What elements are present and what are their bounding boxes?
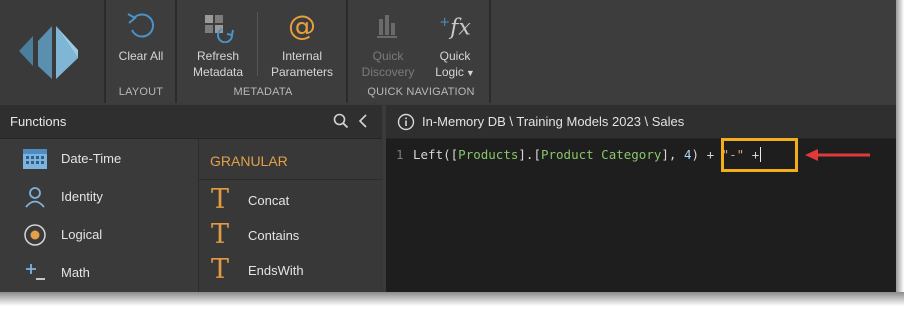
undo-circle-icon <box>112 6 170 46</box>
granular-function-list: GRANULAR T Concat T Contains T EndsWith <box>198 139 383 292</box>
page-shadow-bottom <box>0 292 904 312</box>
app-logo <box>0 0 104 103</box>
annotation-arrow-icon <box>804 147 874 168</box>
functions-panel: Functions Date-Time Identity Logical Mat… <box>0 105 383 292</box>
search-icon[interactable] <box>332 112 350 135</box>
token-paren: ) <box>691 147 707 162</box>
token-bracket: ], <box>661 147 684 162</box>
ribbon-separator <box>489 0 491 103</box>
text-T-icon: T <box>211 219 230 250</box>
functions-panel-header: Functions <box>0 105 382 139</box>
quick-logic-line1: Quick <box>439 49 471 63</box>
refresh-metadata-icon <box>183 6 253 46</box>
at-sign-icon: @ <box>288 9 316 42</box>
quick-logic-button[interactable]: +fx Quick Logic ▼ <box>426 6 484 81</box>
plus-minus-icon <box>22 261 48 285</box>
text-T-icon: T <box>211 184 230 215</box>
category-item-identity[interactable]: Identity <box>0 179 196 215</box>
code-line[interactable]: Left([Products].[Product Category], 4) +… <box>413 147 762 162</box>
function-label: Contains <box>248 228 300 243</box>
info-icon[interactable] <box>397 113 415 136</box>
page-shadow-right <box>896 0 904 312</box>
functions-title: Functions <box>10 114 67 129</box>
category-label: Date-Time <box>61 151 122 166</box>
fx-icon: +fx <box>439 15 471 41</box>
refresh-label-line2: Metadata <box>192 65 244 79</box>
function-item-contains[interactable]: T Contains <box>199 218 383 252</box>
line-number: 1 <box>396 147 404 162</box>
ribbon-separator <box>346 0 348 103</box>
person-icon <box>22 185 48 209</box>
radio-circle-icon <box>22 223 48 247</box>
function-item-endswith[interactable]: T EndsWith <box>199 253 383 287</box>
dropdown-caret-icon: ▼ <box>465 68 475 78</box>
quick-logic-line2: Logic <box>435 65 464 79</box>
category-item-math[interactable]: Math <box>0 255 196 291</box>
ribbon-separator <box>104 0 106 103</box>
internal-label-line2: Parameters <box>270 65 334 79</box>
ribbon-separator <box>175 0 177 103</box>
ribbon-inner-divider <box>257 12 258 76</box>
granular-header: GRANULAR <box>199 139 383 180</box>
quick-discovery-button[interactable]: Quick Discovery <box>358 6 418 80</box>
function-label: EndsWith <box>248 263 304 278</box>
clear-all-label: Clear All <box>118 49 164 63</box>
category-label: Math <box>61 265 90 280</box>
category-item-logical[interactable]: Logical <box>0 217 196 253</box>
refresh-metadata-button[interactable]: Refresh Metadata <box>183 6 253 80</box>
quick-discovery-line2: Discovery <box>361 65 415 79</box>
formula-editor[interactable]: In-Memory DB \ Training Models 2023 \ Sa… <box>386 105 896 292</box>
model-breadcrumb: In-Memory DB \ Training Models 2023 \ Sa… <box>422 114 685 129</box>
token-column: Product Category <box>540 147 662 162</box>
internal-label-line1: Internal <box>281 49 323 63</box>
category-label: Logical <box>61 227 103 242</box>
highlight-box <box>721 138 798 172</box>
app-window: Clear All LAYOUT Refresh Metadata @ Inte… <box>0 0 896 292</box>
token-number: 4 <box>683 147 692 162</box>
text-T-icon: T <box>211 254 230 285</box>
quick-discovery-line1: Quick <box>372 49 404 63</box>
refresh-label-line1: Refresh <box>196 49 240 63</box>
function-label: Concat <box>248 193 290 208</box>
group-label-metadata: METADATA <box>233 86 293 98</box>
editor-header: In-Memory DB \ Training Models 2023 \ Sa… <box>386 105 896 139</box>
internal-parameters-button[interactable]: @ Internal Parameters <box>266 6 338 80</box>
granular-title: GRANULAR <box>210 153 288 169</box>
token-table: Products <box>458 147 519 162</box>
ribbon-toolbar: Clear All LAYOUT Refresh Metadata @ Inte… <box>0 0 896 103</box>
group-label-quick-navigation: QUICK NAVIGATION <box>367 86 475 98</box>
group-label-layout: LAYOUT <box>118 86 164 98</box>
collapse-chevron-icon[interactable] <box>356 112 370 135</box>
category-item-date-time[interactable]: Date-Time <box>0 141 196 177</box>
token-operator: + <box>706 147 722 162</box>
clear-all-button[interactable]: Clear All <box>112 6 170 64</box>
function-item-concat[interactable]: T Concat <box>199 183 383 217</box>
token-bracket: ].[ <box>518 147 541 162</box>
quick-discovery-icon <box>358 6 418 46</box>
token-function: Left( <box>413 147 451 162</box>
calendar-icon <box>22 147 48 171</box>
category-label: Identity <box>61 189 103 204</box>
code-area[interactable]: 1 Left([Products].[Product Category], 4)… <box>386 147 762 207</box>
